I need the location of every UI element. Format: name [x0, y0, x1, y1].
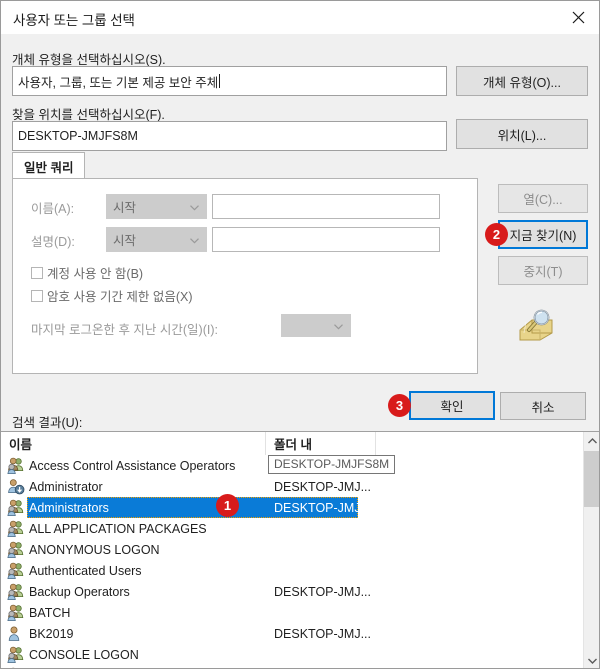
group-icon [7, 562, 25, 579]
location-button[interactable]: 위치(L)... [456, 119, 588, 149]
row-name: ANONYMOUS LOGON [29, 542, 160, 557]
search-results-label: 검색 결과(U): [12, 416, 83, 430]
group-icon [7, 499, 25, 516]
row-name: Administrators [29, 500, 109, 515]
table-row[interactable]: CONSOLE LOGON [1, 644, 583, 665]
object-types-value: 사용자, 그룹, 또는 기본 제공 보안 주체 [18, 75, 219, 90]
row-in-folder: DESKTOP-JMJ... [274, 626, 372, 641]
list-rows: Access Control Assistance Operators Admin… [1, 455, 583, 668]
find-now-button[interactable]: 지금 찾기(N) [498, 220, 588, 249]
row-name: Backup Operators [29, 584, 130, 599]
table-row[interactable]: ALL APPLICATION PACKAGES [1, 518, 583, 539]
checkbox-icon[interactable] [31, 289, 43, 302]
row-name: Administrator [29, 479, 103, 494]
group-icon [7, 583, 25, 600]
group-icon [7, 604, 25, 621]
annotation-badge-2: 2 [485, 223, 508, 246]
non-expiring-password-checkbox-row[interactable]: 암호 사용 기간 제한 없음(X) [31, 286, 193, 305]
user-icon [7, 625, 25, 642]
table-row[interactable]: Authenticated Users [1, 560, 583, 581]
stop-button[interactable]: 중지(T) [498, 256, 588, 285]
description-input[interactable] [212, 227, 440, 252]
group-icon [7, 520, 25, 537]
row-in-folder: DESKTOP-JMJ... [274, 584, 372, 599]
table-row[interactable]: ANONYMOUS LOGON [1, 539, 583, 560]
table-row[interactable]: BATCH [1, 602, 583, 623]
row-name: Access Control Assistance Operators [29, 458, 236, 473]
name-label: 이름(A): [31, 202, 75, 216]
name-condition-select[interactable]: 시작 [106, 194, 207, 219]
group-icon [7, 541, 25, 558]
table-row[interactable]: Backup Operators DESKTOP-JMJ... [1, 581, 583, 602]
disabled-accounts-checkbox-row[interactable]: 계정 사용 안 함(B) [31, 263, 143, 282]
window-title: 사용자 또는 그룹 선택 [13, 13, 135, 28]
row-name: BATCH [29, 605, 71, 620]
table-row[interactable]: Administrator DESKTOP-JMJ... [1, 476, 583, 497]
column-header-in-folder[interactable]: 폴더 내 [266, 432, 376, 455]
scrollbar-thumb[interactable] [584, 451, 599, 507]
location-value: DESKTOP-JMJFS8M [18, 129, 138, 143]
description-condition-value: 시작 [113, 234, 137, 248]
row-name: ALL APPLICATION PACKAGES [29, 521, 207, 536]
non-expiring-password-label: 암호 사용 기간 제한 없음(X) [47, 290, 193, 304]
row-name: CONSOLE LOGON [29, 647, 139, 662]
tab-common-queries[interactable]: 일반 쿼리 [12, 152, 86, 179]
row-in-folder: DESKTOP-JMJ... [274, 500, 372, 515]
in-folder-tooltip: DESKTOP-JMJFS8M [268, 455, 396, 474]
object-types-field[interactable]: 사용자, 그룹, 또는 기본 제공 보안 주체 [12, 66, 447, 96]
annotation-badge-3: 3 [388, 394, 411, 417]
close-icon[interactable] [555, 1, 599, 33]
user-arrow-icon [7, 478, 25, 495]
tabstrip: 일반 쿼리 [12, 152, 478, 179]
columns-button[interactable]: 열(C)... [498, 184, 588, 213]
text-caret [219, 74, 221, 88]
magnifier-over-card-icon [512, 308, 560, 346]
description-condition-select[interactable]: 시작 [106, 227, 207, 252]
object-types-button[interactable]: 개체 유형(O)... [456, 66, 588, 96]
days-since-logon-select[interactable] [281, 314, 351, 337]
chevron-down-icon [190, 200, 199, 214]
annotation-badge-1: 1 [216, 494, 239, 517]
row-name: Authenticated Users [29, 563, 142, 578]
scroll-down-icon[interactable] [584, 652, 599, 668]
list-header: 이름 폴더 내 [1, 432, 583, 455]
description-label: 설명(D): [31, 235, 75, 249]
location-field[interactable]: DESKTOP-JMJFS8M [12, 121, 447, 151]
checkbox-icon[interactable] [31, 266, 43, 279]
group-icon [7, 457, 25, 474]
select-users-or-groups-dialog: 사용자 또는 그룹 선택 개체 유형을 선택하십시오(S). 사용자, 그룹, … [0, 0, 600, 669]
days-since-logon-label: 마지막 로그온한 후 지난 시간(일)(I): [31, 323, 218, 337]
titlebar: 사용자 또는 그룹 선택 [1, 1, 599, 34]
cancel-button[interactable]: 취소 [500, 392, 586, 420]
row-name: BK2019 [29, 626, 74, 641]
table-row[interactable]: BK2019 DESKTOP-JMJ... [1, 623, 583, 644]
chevron-down-icon [190, 233, 199, 247]
table-row[interactable]: CREATOR GROUP [1, 665, 583, 668]
name-condition-value: 시작 [113, 201, 137, 215]
scroll-up-icon[interactable] [584, 432, 599, 449]
disabled-accounts-label: 계정 사용 안 함(B) [47, 267, 144, 281]
common-queries-panel: 이름(A): 시작 설명(D): 시작 계정 사용 안 함(B) 암호 사용 기 [12, 178, 478, 374]
vertical-scrollbar[interactable] [583, 432, 599, 668]
chevron-down-icon [334, 319, 343, 333]
name-input[interactable] [212, 194, 440, 219]
group-icon [7, 646, 25, 663]
table-row[interactable]: Administrators DESKTOP-JMJ... [1, 497, 583, 518]
row-in-folder: DESKTOP-JMJ... [274, 479, 372, 494]
column-header-name[interactable]: 이름 [1, 432, 266, 455]
ok-button[interactable]: 확인 [409, 391, 495, 420]
